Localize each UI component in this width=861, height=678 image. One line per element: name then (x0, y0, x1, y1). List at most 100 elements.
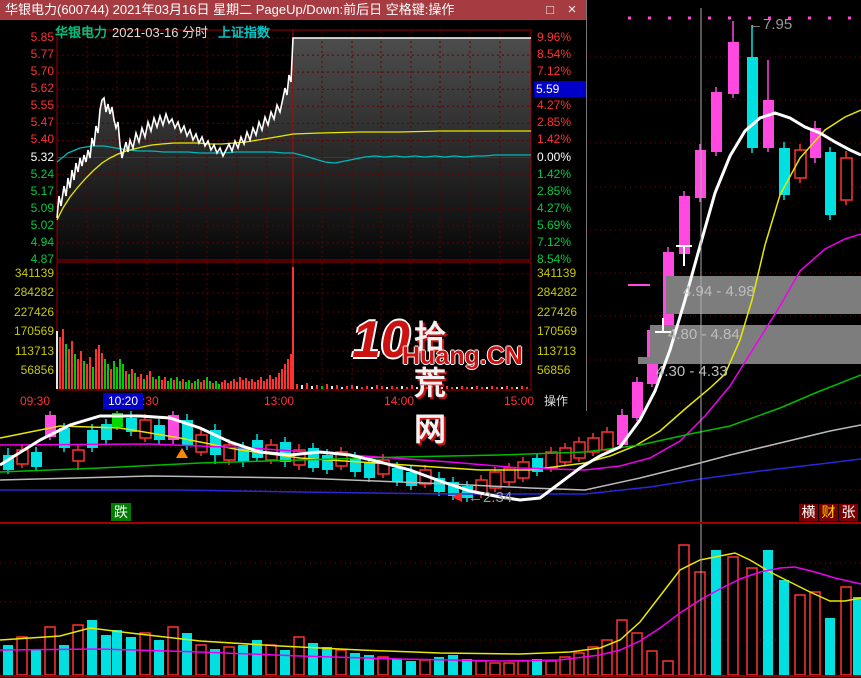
candle-up (573, 441, 586, 459)
minute-volume-bar (239, 377, 241, 389)
minute-volume-bar (356, 386, 358, 389)
minute-volume-bar (284, 364, 286, 389)
volume-tick: 284282 (537, 285, 578, 300)
minute-volume-bar (311, 386, 313, 389)
minute-volume-bar (346, 386, 348, 389)
volume-bar-up (794, 594, 806, 676)
minute-volume-bar (122, 364, 124, 389)
percent-tick: 1.42% (537, 132, 572, 147)
minute-volume-bar (161, 380, 163, 389)
volume-bar-up (139, 632, 151, 676)
minute-volume-bar (331, 386, 333, 389)
close-button[interactable]: × (564, 2, 580, 18)
minute-volume-bar (290, 354, 292, 389)
minute-volume-bar (506, 386, 508, 389)
price-tick: 5.77 (30, 47, 54, 62)
minute-volume-bar (401, 386, 403, 389)
gap-band-label-1: 4.94 - 4.98 (683, 283, 755, 300)
volume-tick: 284282 (13, 285, 54, 300)
candle-up (559, 447, 572, 463)
minute-volume-bar (316, 385, 318, 389)
window-titlebar[interactable]: 华银电力(600744) 2021年03月16日 星期二 PageUp/Down… (0, 0, 586, 20)
minute-chart-window: 华银电力(600744) 2021年03月16日 星期二 PageUp/Down… (0, 0, 587, 411)
indicator-badge-char: 张 (839, 504, 858, 521)
volume-bar-up (265, 644, 277, 676)
volume-bar-down (392, 659, 402, 675)
minute-volume-bar (134, 373, 136, 389)
minute-volume-bar (486, 387, 488, 389)
minute-volume-bar (501, 387, 503, 389)
volume-bar-down (101, 635, 111, 675)
volume-bar-down (825, 618, 835, 675)
minute-volume-bar (65, 344, 67, 389)
candle-down (406, 472, 417, 486)
minute-volume-bar (466, 387, 468, 389)
price-tick: 5.40 (30, 132, 54, 147)
stock-name-label: 华银电力 (55, 25, 108, 40)
minute-volume-bar (128, 374, 130, 389)
minute-volume-bar (257, 380, 259, 389)
gap-band-label-2: 4.80 - 4.84 (668, 326, 740, 343)
minute-volume-bar (287, 359, 289, 389)
minute-volume-bar (77, 359, 79, 389)
minute-volume-bar (83, 361, 85, 389)
volume-bar-down (31, 650, 41, 675)
minute-volume-bar (269, 375, 271, 389)
minute-volume-bar (251, 379, 253, 389)
minute-volume-bar (176, 377, 178, 389)
volume-bar-down (112, 630, 122, 675)
minute-volume-bar (341, 387, 343, 389)
indicator-badge-char: 财 (819, 504, 838, 521)
volume-bar-up (223, 646, 235, 676)
price-tick: 5.17 (30, 183, 54, 198)
percent-tick: 1.42% (537, 166, 572, 181)
candle-down (322, 455, 333, 470)
minute-volume-bar (416, 387, 418, 389)
minute-volume-bar (476, 386, 478, 389)
minute-volume-bar (521, 386, 523, 389)
minute-volume-bar (376, 385, 378, 389)
volume-bar-up (475, 660, 487, 676)
minute-volume-bar (137, 377, 139, 389)
minute-volume-bar (149, 371, 151, 389)
minute-volume-bar (185, 382, 187, 389)
volume-bar-up (631, 632, 643, 676)
minute-volume-bar (104, 359, 106, 389)
minute-volume-bar (203, 380, 205, 389)
volume-bar-up (517, 660, 529, 676)
candle-up (545, 451, 558, 469)
minute-volume-bar (471, 387, 473, 389)
candle-limit-up (632, 382, 643, 418)
price-tick: 5.32 (30, 149, 54, 164)
percent-tick: 4.27% (537, 200, 572, 215)
minute-volume-bar (436, 387, 438, 389)
minute-volume-bar (281, 369, 283, 389)
minute-volume-bar (143, 379, 145, 389)
volume-bar-down (711, 550, 721, 675)
minute-volume-bar (326, 384, 328, 389)
volume-bar-up (573, 652, 585, 676)
volume-bar-down (406, 661, 416, 675)
time-tick: 15:00 (504, 394, 535, 408)
maximize-button[interactable]: □ (542, 2, 558, 18)
minute-volume-bar (263, 381, 265, 389)
percent-tick: 7.12% (537, 64, 572, 79)
minute-volume-bar (296, 384, 298, 389)
price-cursor-box: 5.59 (534, 81, 586, 97)
orange-triangle-marker (176, 448, 188, 458)
volume-bar-up (727, 556, 739, 676)
volume-bar-down (322, 647, 332, 675)
action-label[interactable]: 操作 (544, 394, 568, 408)
percent-tick: 2.85% (537, 183, 572, 198)
volume-bar-down (532, 659, 542, 675)
volume-tick: 170569 (13, 324, 54, 339)
volume-bar-down (280, 650, 290, 675)
minute-volume-bar (89, 357, 91, 389)
price-tick: 5.24 (30, 166, 54, 181)
volume-bar-up (545, 660, 557, 676)
percent-tick: 9.96% (537, 30, 572, 44)
minute-volume-bar (516, 387, 518, 389)
index-compare-label[interactable]: 上证指数 (218, 22, 270, 41)
time-tick: 09:30 (20, 394, 51, 408)
minute-volume-bar (215, 381, 217, 389)
